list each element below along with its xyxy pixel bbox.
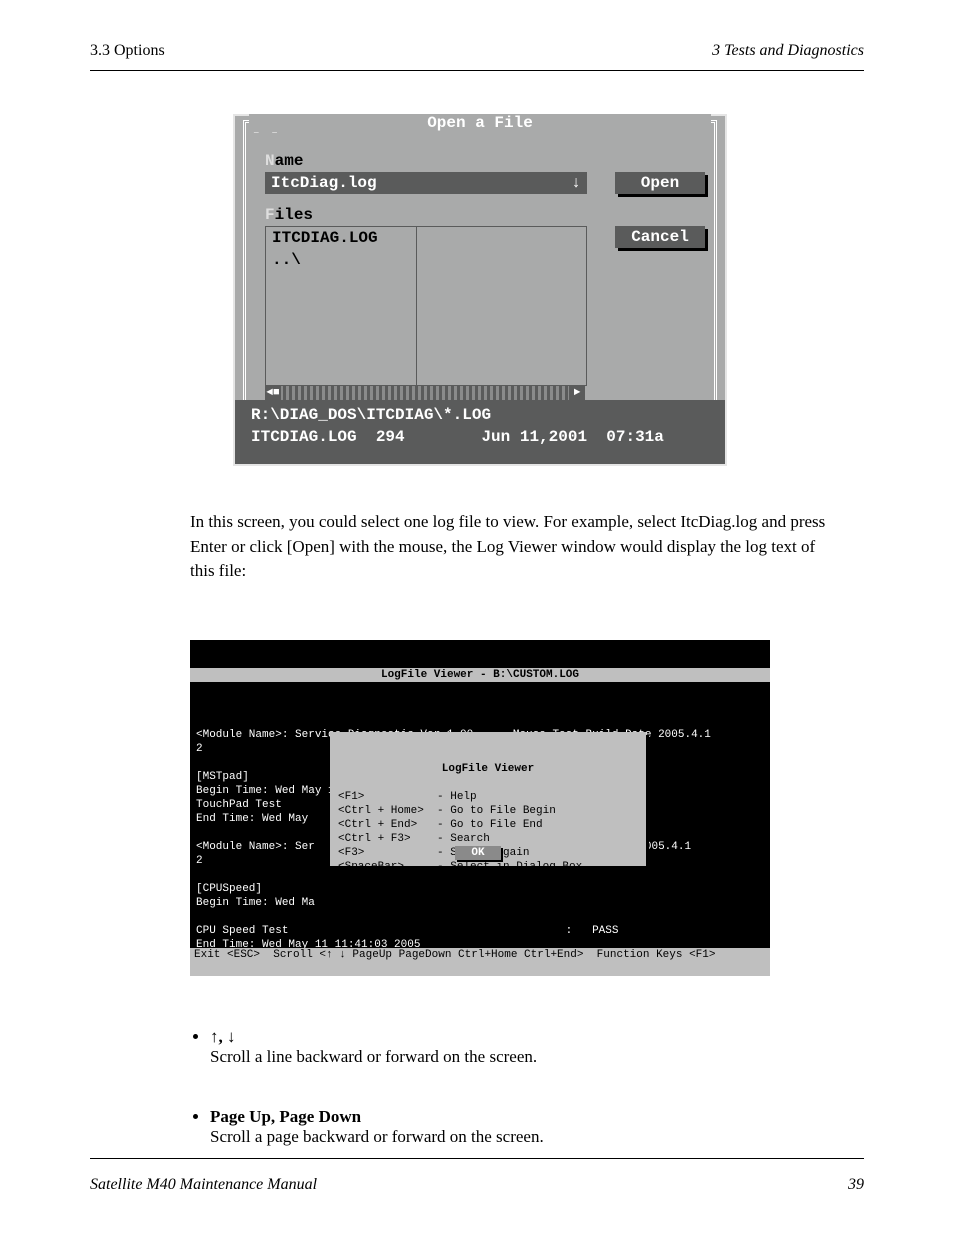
body-paragraph: In this screen, you could select one log…	[190, 510, 834, 584]
running-header-right: 3 Tests and Diagnostics	[712, 42, 864, 60]
footer-left: Satellite M40 Maintenance Manual	[90, 1176, 317, 1194]
footer-right: 39	[848, 1176, 864, 1194]
key-hints-list: ↑, ↓ Scroll a line backward or forward o…	[170, 1007, 834, 1187]
ok-button[interactable]: OK	[455, 846, 501, 860]
list-item[interactable]: ITCDIAG.LOG	[266, 227, 586, 249]
running-header-left: 3.3 Options	[90, 42, 165, 60]
logviewer-title: LogFile Viewer - B:\CUSTOM.LOG	[190, 668, 770, 682]
logfile-viewer: LogFile Viewer - B:\CUSTOM.LOG <Module N…	[190, 640, 770, 976]
horizontal-scrollbar[interactable]: ◄■ ►	[265, 386, 585, 400]
list-item: ↑, ↓ Scroll a line backward or forward o…	[210, 1027, 834, 1067]
dialog-statusbar: R:\DIAG_DOS\ITCDIAG\*.LOG ITCDIAG.LOG 29…	[235, 400, 725, 464]
name-dropdown-icon[interactable]: ↓	[565, 172, 587, 194]
scroll-right-icon[interactable]: ►	[569, 386, 585, 400]
rule-top	[90, 70, 864, 71]
list-item: Page Up, Page Down Scroll a page backwar…	[210, 1107, 834, 1147]
list-item[interactable]: ..\	[266, 249, 586, 271]
name-label: Name	[265, 152, 303, 170]
cancel-button[interactable]: Cancel	[615, 226, 705, 248]
listbox-divider	[416, 227, 417, 385]
open-button[interactable]: Open	[615, 172, 705, 194]
scroll-left-icon[interactable]: ◄■	[265, 386, 281, 400]
files-listbox[interactable]: ITCDIAG.LOG ..\	[265, 226, 587, 386]
dialog-title: Open a File	[249, 114, 711, 132]
files-label: Files	[265, 206, 313, 224]
logviewer-hintbar: Exit <ESC> Scroll <↑ ↓ PageUp PageDown C…	[190, 948, 770, 962]
rule-bottom	[90, 1158, 864, 1159]
logviewer-statusbar: Display Log File ... 1/31 11:44:17	[190, 962, 770, 976]
name-input[interactable]: ItcDiag.log	[265, 172, 571, 194]
help-popup-title: LogFile Viewer	[338, 762, 638, 776]
open-file-dialog: [■] Open a File Name ItcDiag.log ↓ Open …	[235, 116, 725, 464]
help-popup: LogFile Viewer <F1> - Help <Ctrl + Home>…	[330, 732, 646, 866]
